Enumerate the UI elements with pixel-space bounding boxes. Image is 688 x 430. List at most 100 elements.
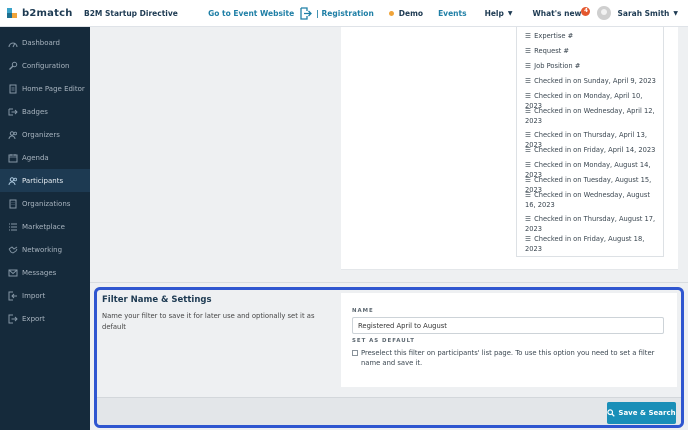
sidebar-item-label: Configuration [22, 61, 70, 70]
event-website-link[interactable]: Go to Event Website [208, 9, 294, 18]
export-icon [8, 314, 18, 323]
drag-handle-icon[interactable]: ☰ [525, 131, 531, 139]
column-list-item[interactable]: ☰ Checked in on Friday, April 14, 2023 [525, 145, 661, 155]
registration-link[interactable]: | Registration [316, 9, 374, 18]
column-list-item[interactable]: ☰ Expertise # [525, 31, 661, 41]
column-list-item[interactable]: ☰ Job Position # [525, 61, 661, 71]
drag-handle-icon[interactable]: ☰ [525, 176, 531, 184]
column-list-item-label: Checked in on Sunday, April 9, 2023 [534, 77, 656, 85]
drag-handle-icon[interactable]: ☰ [525, 62, 531, 70]
sidebar-item-label: Dashboard [22, 38, 60, 47]
events-link[interactable]: Events [438, 9, 467, 18]
sidebar-item-networking[interactable]: Networking [0, 238, 90, 261]
search-icon [607, 409, 616, 417]
demo-status-dot [388, 10, 394, 16]
column-list-item-label: Checked in on Thursday, August 17, 2023 [525, 215, 656, 233]
drag-handle-icon[interactable]: ☰ [525, 235, 531, 243]
drag-handle-icon[interactable]: ☰ [525, 92, 531, 100]
sidebar: Dashboard Configuration Home Page Editor Ba… [0, 27, 90, 430]
drag-handle-icon[interactable]: ☰ [525, 191, 531, 199]
column-list-item-label: Checked in on Friday, August 18, 2023 [525, 235, 645, 253]
column-list-item[interactable]: ☰ Checked in on Sunday, April 9, 2023 [525, 76, 661, 86]
sidebar-item-label: Organizers [22, 130, 60, 139]
participants-icon [8, 176, 17, 185]
default-label: SET AS DEFAULT [352, 338, 415, 344]
sidebar-item-label: Organizations [22, 199, 71, 208]
sidebar-item-messages[interactable]: Messages [0, 261, 90, 284]
drag-handle-icon[interactable]: ☰ [525, 32, 531, 40]
column-list-item-label: Checked in on Wednesday, August 16, 2023 [525, 191, 651, 209]
set-default-description: Preselect this filter on participants' l… [361, 349, 655, 367]
import-icon [8, 291, 17, 300]
sidebar-item-badges[interactable]: Badges [0, 100, 90, 123]
column-list-item-label: Expertise # [534, 32, 574, 40]
chevron-down-icon: ▼ [507, 9, 513, 17]
sidebar-item-export[interactable]: Export [0, 307, 90, 330]
drag-handle-icon[interactable]: ☰ [525, 146, 531, 154]
drag-handle-icon[interactable]: ☰ [525, 215, 531, 223]
column-list-item[interactable]: ☰ Checked in on Wednesday, April 12, 202… [525, 106, 661, 126]
column-list-item-label: Job Position # [534, 62, 581, 70]
registration-icon[interactable] [300, 6, 313, 20]
sidebar-item-label: Agenda [22, 153, 49, 162]
list-icon [9, 223, 17, 230]
dashboard-icon [8, 42, 18, 47]
sidebar-item-organizations[interactable]: Organizations [0, 192, 90, 215]
demo-label[interactable]: Demo [399, 9, 423, 18]
notification-badge: 4 [581, 6, 591, 16]
logo-text: b2match [22, 7, 73, 19]
logo[interactable]: b2match [6, 7, 84, 19]
filter-name-input[interactable] [352, 317, 664, 334]
help-menu[interactable]: Help ▼ [485, 9, 513, 18]
filter-settings-section: Filter Name & Settings Name your filter … [94, 287, 684, 428]
name-label: NAME [352, 308, 374, 314]
sidebar-item-import[interactable]: Import [0, 284, 90, 307]
sidebar-item-label: Import [22, 291, 46, 300]
drag-handle-icon[interactable]: ☰ [525, 107, 531, 115]
column-list-item-label: Checked in on Friday, April 14, 2023 [534, 146, 656, 154]
help-label: Help [484, 8, 504, 18]
save-and-search-button[interactable]: Save & Search [607, 402, 676, 424]
envelope-icon [8, 269, 18, 276]
drag-handle-icon[interactable]: ☰ [525, 161, 531, 169]
sidebar-item-organizers[interactable]: Organizers [0, 123, 90, 146]
sidebar-item-label: Marketplace [22, 222, 65, 231]
section-divider [90, 282, 688, 283]
sidebar-item-label: Participants [22, 176, 64, 185]
drag-handle-icon[interactable]: ☰ [525, 77, 531, 85]
sidebar-item-dashboard[interactable]: Dashboard [0, 31, 90, 54]
form-footer: Save & Search [97, 397, 681, 425]
people-icon [8, 130, 17, 139]
sidebar-item-marketplace[interactable]: Marketplace [0, 215, 90, 238]
building-icon [9, 199, 17, 208]
b2match-logo-icon [7, 8, 17, 18]
save-and-search-label: Save & Search [618, 409, 676, 417]
section-description: Name your filter to save it for later us… [102, 312, 315, 331]
sidebar-item-participants[interactable]: Participants [0, 169, 90, 192]
sidebar-item-label: Home Page Editor [22, 84, 85, 93]
user-menu[interactable]: Sarah Smith ▼ [617, 9, 678, 18]
avatar[interactable] [597, 6, 612, 20]
handshake-icon [8, 245, 18, 254]
column-list-item[interactable]: ☰ Checked in on Thursday, August 17, 202… [525, 214, 661, 234]
column-list-item[interactable]: ☰ Checked in on Friday, August 18, 2023 [525, 234, 661, 254]
top-bar: b2match B2M Startup Directive Go to Even… [0, 0, 688, 27]
badge-icon [8, 108, 18, 115]
column-list-item-label: Request # [534, 47, 570, 55]
drag-handle-icon[interactable]: ☰ [525, 47, 531, 55]
filter-form-card: NAME SET AS DEFAULT Preselect this filte… [341, 293, 677, 387]
whats-new-label: What's new [532, 8, 582, 18]
section-title: Filter Name & Settings [102, 295, 212, 305]
column-list-item[interactable]: ☰ Checked in on Wednesday, August 16, 20… [525, 190, 661, 210]
sidebar-item-label: Messages [22, 268, 57, 277]
column-list-item[interactable]: ☰ Request # [525, 46, 661, 56]
sidebar-item-configuration[interactable]: Configuration [0, 54, 90, 77]
sidebar-item-home-page-editor[interactable]: Home Page Editor [0, 77, 90, 100]
set-default-checkbox[interactable] [352, 350, 358, 356]
column-list: ☰ Expertise # ☰ Request # ☰ Job Position #… [516, 27, 664, 257]
wrench-icon [9, 61, 18, 70]
sidebar-item-label: Export [22, 314, 45, 323]
whats-new-button[interactable]: What's new 4 [532, 6, 591, 18]
sidebar-item-agenda[interactable]: Agenda [0, 146, 90, 169]
sidebar-item-label: Networking [22, 245, 63, 254]
